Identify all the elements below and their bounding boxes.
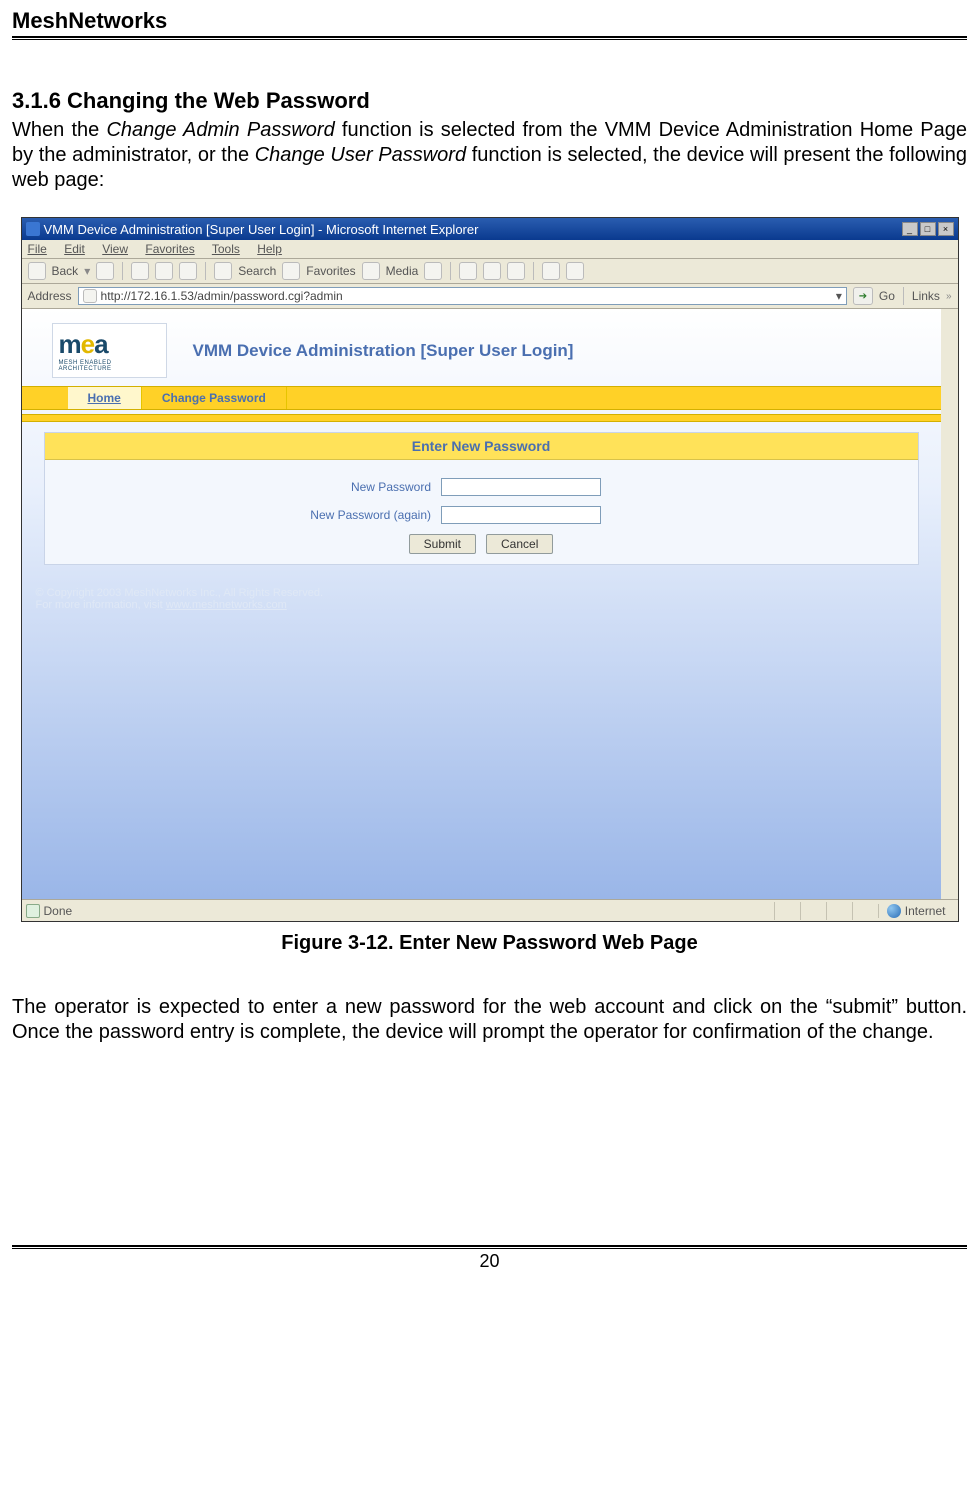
- scroll-down-icon[interactable]: ▼: [942, 883, 957, 899]
- menu-view[interactable]: View: [102, 242, 128, 256]
- window-titlebar: VMM Device Administration [Super User Lo…: [22, 218, 958, 240]
- document-header: MeshNetworks: [12, 8, 967, 36]
- figure-caption: Figure 3-12. Enter New Password Web Page: [12, 932, 967, 955]
- mail-icon[interactable]: [459, 262, 477, 280]
- mea-logo: mea MESH ENABLED ARCHITECTURE: [52, 323, 167, 378]
- address-value: http://172.16.1.53/admin/password.cgi?ad…: [101, 289, 343, 303]
- footer-rule-thin: [12, 1248, 967, 1249]
- para1-italic1: Change Admin Password: [106, 119, 334, 141]
- media-label[interactable]: Media: [386, 264, 419, 278]
- minimize-button[interactable]: _: [902, 222, 918, 236]
- form-header: Enter New Password: [45, 433, 918, 460]
- search-label[interactable]: Search: [238, 264, 276, 278]
- menubar: File Edit View Favorites Tools Help: [22, 240, 958, 259]
- address-input[interactable]: http://172.16.1.53/admin/password.cgi?ad…: [78, 287, 847, 305]
- footer-rule-thick: [12, 1245, 967, 1247]
- section-heading: 3.1.6 Changing the Web Password: [12, 88, 967, 114]
- new-password-again-label: New Password (again): [171, 508, 431, 522]
- favorites-icon[interactable]: [282, 262, 300, 280]
- copyright-line2-prefix: For more information, visit: [36, 599, 166, 611]
- menu-edit[interactable]: Edit: [64, 242, 85, 256]
- closing-paragraph: The operator is expected to enter a new …: [12, 995, 967, 1045]
- new-password-again-input[interactable]: [441, 506, 601, 524]
- para1-italic2: Change User Password: [255, 144, 466, 166]
- status-cell-3: [826, 902, 852, 920]
- messenger-icon[interactable]: [566, 262, 584, 280]
- stop-icon[interactable]: [131, 262, 149, 280]
- menu-tools[interactable]: Tools: [212, 242, 240, 256]
- window-title: VMM Device Administration [Super User Lo…: [44, 222, 479, 237]
- new-password-label: New Password: [171, 480, 431, 494]
- para1-prefix: When the: [12, 119, 106, 141]
- accent-bar: [22, 414, 941, 422]
- go-label: Go: [879, 289, 895, 303]
- print-icon[interactable]: [483, 262, 501, 280]
- close-button[interactable]: ×: [938, 222, 954, 236]
- page-icon: [83, 289, 97, 303]
- refresh-icon[interactable]: [155, 262, 173, 280]
- history-icon[interactable]: [424, 262, 442, 280]
- address-label: Address: [28, 289, 72, 303]
- done-icon: [26, 904, 40, 918]
- ie-icon: [26, 222, 40, 236]
- page-title: VMM Device Administration [Super User Lo…: [193, 341, 574, 361]
- menu-favorites[interactable]: Favorites: [145, 242, 194, 256]
- search-icon[interactable]: [214, 262, 232, 280]
- cancel-button[interactable]: Cancel: [486, 534, 553, 554]
- back-icon[interactable]: [28, 262, 46, 280]
- intro-paragraph: When the Change Admin Password function …: [12, 118, 967, 193]
- globe-icon: [887, 904, 901, 918]
- tab-change-password[interactable]: Change Password: [142, 387, 287, 409]
- new-password-input[interactable]: [441, 478, 601, 496]
- status-cell-2: [800, 902, 826, 920]
- toolbar: Back ▾ Search Favorites Media: [22, 259, 958, 284]
- submit-button[interactable]: Submit: [409, 534, 476, 554]
- password-form: Enter New Password New Password New Pass…: [44, 432, 919, 565]
- back-label[interactable]: Back: [52, 264, 79, 278]
- menu-help[interactable]: Help: [257, 242, 282, 256]
- header-rule-thick: [12, 36, 967, 38]
- maximize-button[interactable]: □: [920, 222, 936, 236]
- links-label[interactable]: Links: [912, 289, 940, 303]
- screenshot-figure: VMM Device Administration [Super User Lo…: [21, 217, 959, 922]
- header-rule-thin: [12, 39, 967, 40]
- scroll-up-icon[interactable]: ▲: [942, 309, 957, 325]
- copyright: © Copyright 2003 MeshNetworks Inc., All …: [22, 587, 941, 611]
- status-cell-4: [852, 902, 878, 920]
- page-content: mea MESH ENABLED ARCHITECTURE VMM Device…: [22, 309, 958, 899]
- window-controls: _ □ ×: [902, 222, 954, 236]
- statusbar: Done Internet: [22, 899, 958, 921]
- addressbar: Address http://172.16.1.53/admin/passwor…: [22, 284, 958, 309]
- tabbar: Home Change Password: [22, 386, 941, 410]
- scrollbar[interactable]: ▲ ▼: [941, 309, 958, 899]
- status-text: Done: [44, 904, 73, 918]
- page-number: 20: [12, 1251, 967, 1272]
- zone-label: Internet: [905, 904, 946, 918]
- tab-home[interactable]: Home: [68, 387, 142, 409]
- copyright-line1: © Copyright 2003 MeshNetworks Inc., All …: [36, 587, 941, 599]
- home-icon[interactable]: [179, 262, 197, 280]
- logo-tagline: MESH ENABLED ARCHITECTURE: [59, 360, 160, 372]
- go-button[interactable]: ➔: [853, 287, 873, 305]
- forward-icon[interactable]: [96, 262, 114, 280]
- discuss-icon[interactable]: [542, 262, 560, 280]
- menu-file[interactable]: File: [28, 242, 47, 256]
- status-cell-1: [774, 902, 800, 920]
- copyright-link[interactable]: www.meshnetworks.com: [166, 599, 287, 611]
- edit-icon[interactable]: [507, 262, 525, 280]
- media-icon[interactable]: [362, 262, 380, 280]
- favorites-label[interactable]: Favorites: [306, 264, 355, 278]
